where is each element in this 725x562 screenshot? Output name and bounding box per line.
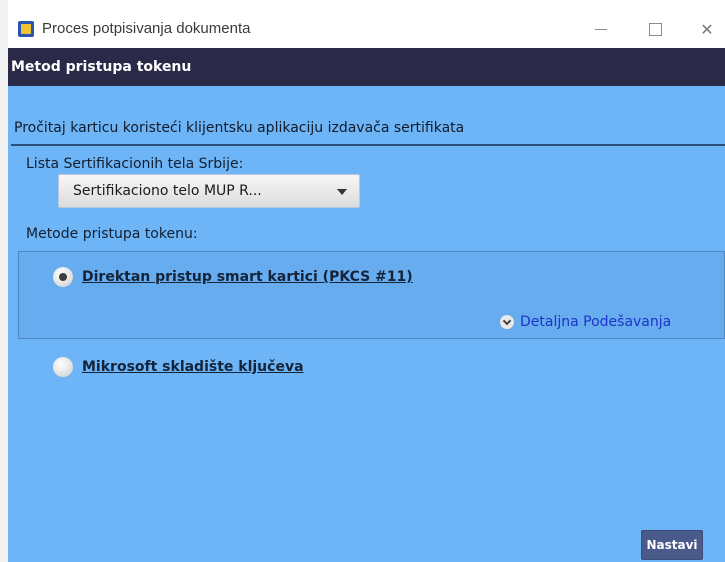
ca-dropdown[interactable]: Sertifikaciono telo MUP R... bbox=[58, 174, 360, 208]
minimize-icon bbox=[595, 28, 607, 30]
radio-ms-keystore[interactable] bbox=[53, 357, 73, 377]
option-label-pkcs11[interactable]: Direktan pristup smart kartici (PKCS #11… bbox=[82, 269, 413, 285]
app-icon bbox=[18, 21, 34, 37]
window-title: Proces potpisivanja dokumenta bbox=[42, 20, 251, 37]
minimize-button[interactable] bbox=[578, 10, 624, 48]
maximize-icon bbox=[648, 22, 662, 36]
ca-dropdown-value: Sertifikaciono telo MUP R... bbox=[73, 183, 262, 199]
page-header: Metod pristupa tokenu bbox=[8, 48, 725, 86]
ca-list-label: Lista Sertifikacionih tela Srbije: bbox=[26, 156, 244, 172]
close-button[interactable]: ✕ bbox=[684, 10, 725, 48]
radio-pkcs11[interactable] bbox=[53, 267, 73, 287]
intro-text: Pročitaj karticu koristeći klijentsku ap… bbox=[14, 120, 465, 136]
methods-label: Metode pristupa tokenu: bbox=[26, 226, 198, 242]
chevron-down-circle-icon bbox=[500, 315, 514, 329]
dialog-window: Proces potpisivanja dokumenta ✕ Metod pr… bbox=[8, 10, 725, 562]
title-bar: Proces potpisivanja dokumenta ✕ bbox=[8, 10, 725, 48]
option-label-ms-keystore[interactable]: Mikrosoft skladište ključeva bbox=[82, 359, 304, 375]
chevron-down-icon bbox=[337, 189, 347, 195]
next-button[interactable]: Nastavi bbox=[641, 530, 703, 560]
divider bbox=[11, 144, 725, 146]
maximize-button[interactable] bbox=[632, 10, 678, 48]
advanced-settings-label: Detaljna Podešavanja bbox=[520, 314, 672, 330]
close-icon: ✕ bbox=[700, 19, 714, 39]
radio-selected-dot bbox=[59, 273, 67, 281]
left-shade bbox=[0, 0, 8, 562]
content-area: Pročitaj karticu koristeći klijentsku ap… bbox=[8, 86, 725, 562]
page-title: Metod pristupa tokenu bbox=[11, 59, 192, 75]
advanced-settings-link[interactable]: Detaljna Podešavanja bbox=[500, 314, 671, 330]
